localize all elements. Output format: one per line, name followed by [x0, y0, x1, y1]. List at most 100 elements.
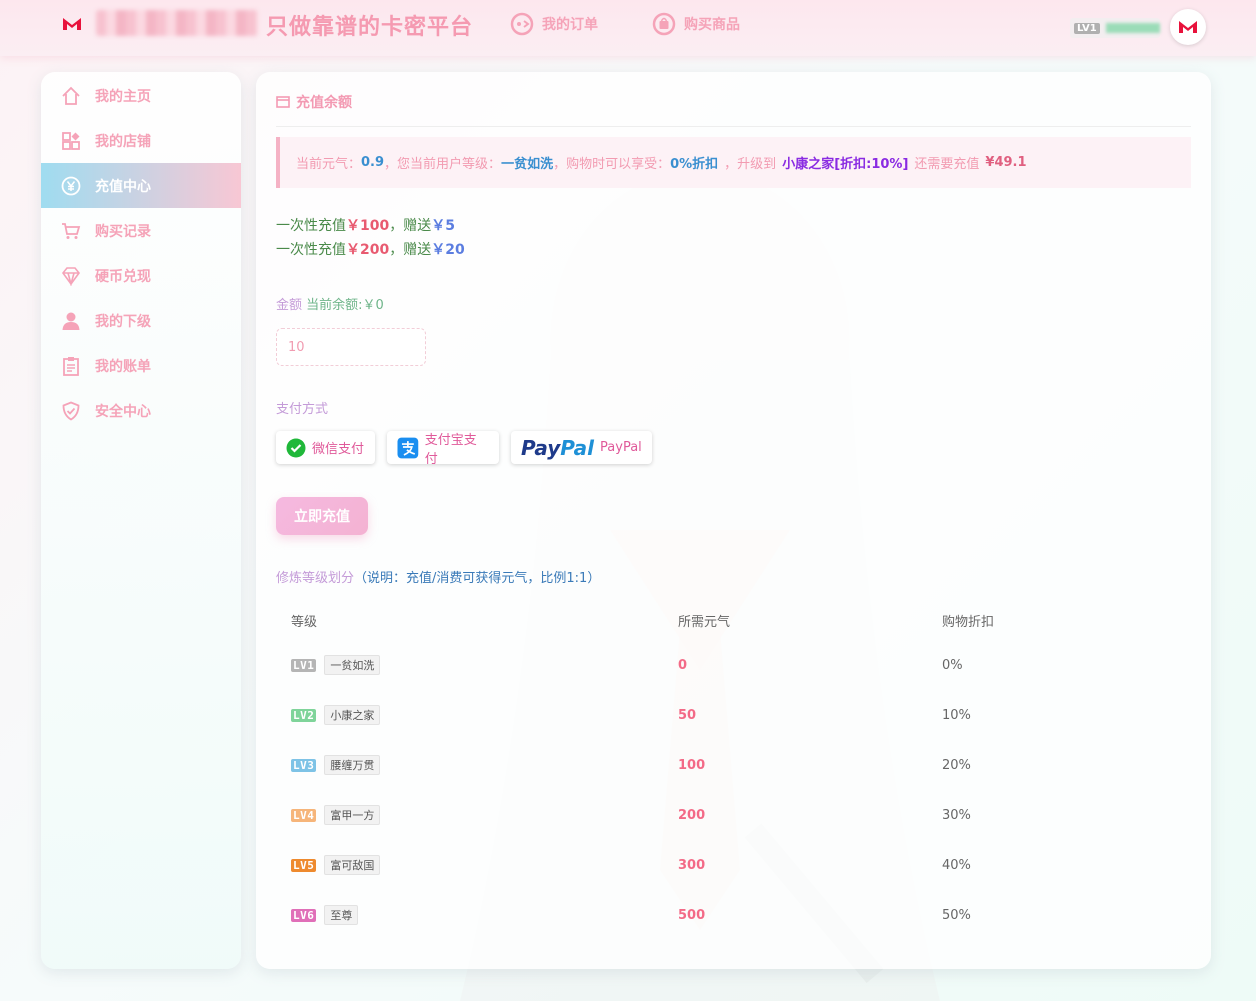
paypal-logo-pay: Pay	[521, 435, 561, 460]
amount-input[interactable]	[276, 328, 426, 366]
cart-icon	[61, 221, 81, 241]
nav-buy-goods[interactable]: 购买商品	[652, 12, 740, 36]
level-cell: LV3 腰缠万贯	[276, 755, 678, 775]
promo-amount: ￥200	[346, 242, 390, 258]
order-icon	[510, 12, 534, 36]
yen-icon	[61, 176, 81, 196]
username-redacted	[1105, 23, 1160, 33]
paypal-logo-pal: Pal	[560, 435, 595, 460]
discount-value: 40%	[942, 857, 971, 873]
level-tag: LV4	[291, 808, 317, 822]
required-energy: 300	[678, 857, 706, 873]
brand-logo-icon[interactable]	[62, 14, 82, 34]
sidebar-item-label: 硬币兑现	[95, 268, 151, 285]
sidebar-item-coin-exchange[interactable]: 硬币兑现	[41, 253, 241, 298]
level-cell: LV2 小康之家	[276, 705, 678, 725]
current-discount: 0%折扣	[670, 157, 719, 172]
level-name: 富可敌国	[324, 855, 381, 875]
shield-icon	[61, 401, 81, 421]
promo-text: 一次性充值	[276, 242, 346, 258]
current-balance: 当前余额:￥0	[306, 298, 384, 313]
wechat-pay-icon	[286, 438, 306, 457]
wechat-pay-button[interactable]: 微信支付	[276, 431, 375, 464]
notice-text: 还需要充值	[914, 157, 980, 172]
level-name: 至尊	[324, 905, 359, 925]
sidebar-item-home[interactable]: 我的主页	[41, 73, 241, 118]
payment-label-text: 支付宝支付	[424, 432, 477, 467]
wallet-icon	[276, 96, 290, 108]
promo-line: 一次性充值￥200，赠送￥20	[276, 239, 465, 259]
level-name: 小康之家	[324, 705, 381, 725]
nav-label: 购买商品	[684, 17, 740, 33]
discount-value: 0%	[942, 657, 963, 673]
promo-line: 一次性充值￥100，赠送￥5	[276, 215, 455, 235]
sidebar-item-label: 我的店铺	[95, 133, 151, 150]
alipay-button[interactable]: 支付宝支付	[387, 431, 499, 467]
notice-text: ，您当前用户等级：	[384, 157, 502, 172]
table-header: 等级 所需元气 购物折扣	[276, 600, 1191, 640]
recharge-card: 充值余额 当前元气： 0.9 ，您当前用户等级： 一贫如洗 ，购物时可以享受： …	[256, 72, 1211, 969]
sidebar-item-recharge[interactable]: 充值中心	[41, 163, 241, 208]
recharge-now-button[interactable]: 立即充值	[276, 497, 368, 535]
column-header: 等级	[291, 614, 318, 630]
table-row: LV4 富甲一方 200 30%	[276, 790, 1191, 840]
level-name: 富甲一方	[324, 805, 381, 825]
sidebar-item-label: 我的主页	[95, 88, 151, 105]
site-name-redacted	[96, 10, 258, 36]
level-tag: LV6	[291, 908, 317, 922]
site-slogan: 只做靠谱的卡密平台	[266, 15, 474, 40]
required-energy: 50	[678, 707, 697, 723]
home-icon	[61, 86, 81, 106]
notice-text: ，购物时可以享受：	[553, 157, 671, 172]
column-header: 所需元气	[678, 614, 731, 630]
level-tag: LV5	[291, 858, 317, 872]
nav-my-orders[interactable]: 我的订单	[510, 12, 598, 36]
amount-label-row: 金额 当前余额:￥0	[276, 294, 384, 313]
required-recharge: ¥49.1	[985, 155, 1027, 170]
user-level-badge[interactable]: LV1	[1070, 18, 1160, 38]
sidebar-item-subordinates[interactable]: 我的下级	[41, 298, 241, 343]
discount-value: 10%	[942, 707, 971, 723]
level-tag: LV1	[291, 658, 317, 672]
payment-label-text: 微信支付	[312, 442, 365, 457]
payment-label: 支付方式	[276, 402, 329, 417]
notice-text: 当前元气：	[296, 157, 362, 172]
table-row: LV3 腰缠万贯 100 20%	[276, 740, 1191, 790]
promo-text: ，赠送	[389, 242, 432, 258]
sidebar-item-security[interactable]: 安全中心	[41, 388, 241, 433]
level-note: （说明：充值/消费可获得元气，比例1:1）	[354, 571, 601, 586]
table-row: LV2 小康之家 50 10%	[276, 690, 1191, 740]
promo-text: 一次性充值	[276, 218, 346, 234]
sidebar-item-label: 购买记录	[95, 223, 151, 240]
discount-value: 20%	[942, 757, 971, 773]
sidebar-item-shop[interactable]: 我的店铺	[41, 118, 241, 163]
level-cell: LV5 富可敌国	[276, 855, 678, 875]
shop-grid-icon	[61, 131, 81, 151]
notice-text: ，升级到	[724, 157, 777, 172]
level-notice: 当前元气： 0.9 ，您当前用户等级： 一贫如洗 ，购物时可以享受： 0%折扣 …	[276, 137, 1191, 188]
level-cell: LV4 富甲一方	[276, 805, 678, 825]
energy-value: 0.9	[361, 155, 385, 170]
avatar-logo-icon	[1179, 21, 1197, 33]
paypal-button[interactable]: PayPal PayPal	[511, 431, 652, 464]
promo-amount: ￥100	[346, 218, 390, 234]
sidebar-item-bills[interactable]: 我的账单	[41, 343, 241, 388]
sidebar-item-label: 我的下级	[95, 313, 151, 330]
level-tag: LV2	[291, 708, 317, 722]
level-tag: LV1	[1074, 22, 1100, 34]
avatar[interactable]	[1170, 9, 1206, 45]
clipboard-icon	[61, 356, 81, 376]
promo-gift: ￥20	[431, 242, 465, 258]
shopping-bag-icon	[652, 12, 676, 36]
required-energy: 500	[678, 907, 706, 923]
sidebar: 我的主页 我的店铺 充值中心 购买记录 硬币兑现 我的下级 我的账单 安全中心	[41, 72, 241, 969]
discount-value: 30%	[942, 807, 971, 823]
required-energy: 200	[678, 807, 706, 823]
required-energy: 100	[678, 757, 706, 773]
table-row: LV6 至尊 500 50%	[276, 890, 1191, 940]
nav-label: 我的订单	[542, 17, 598, 33]
promo-gift: ￥5	[431, 218, 455, 234]
top-header: 只做靠谱的卡密平台 我的订单 购买商品 LV1	[0, 0, 1256, 56]
discount-value: 50%	[942, 907, 971, 923]
sidebar-item-purchases[interactable]: 购买记录	[41, 208, 241, 253]
